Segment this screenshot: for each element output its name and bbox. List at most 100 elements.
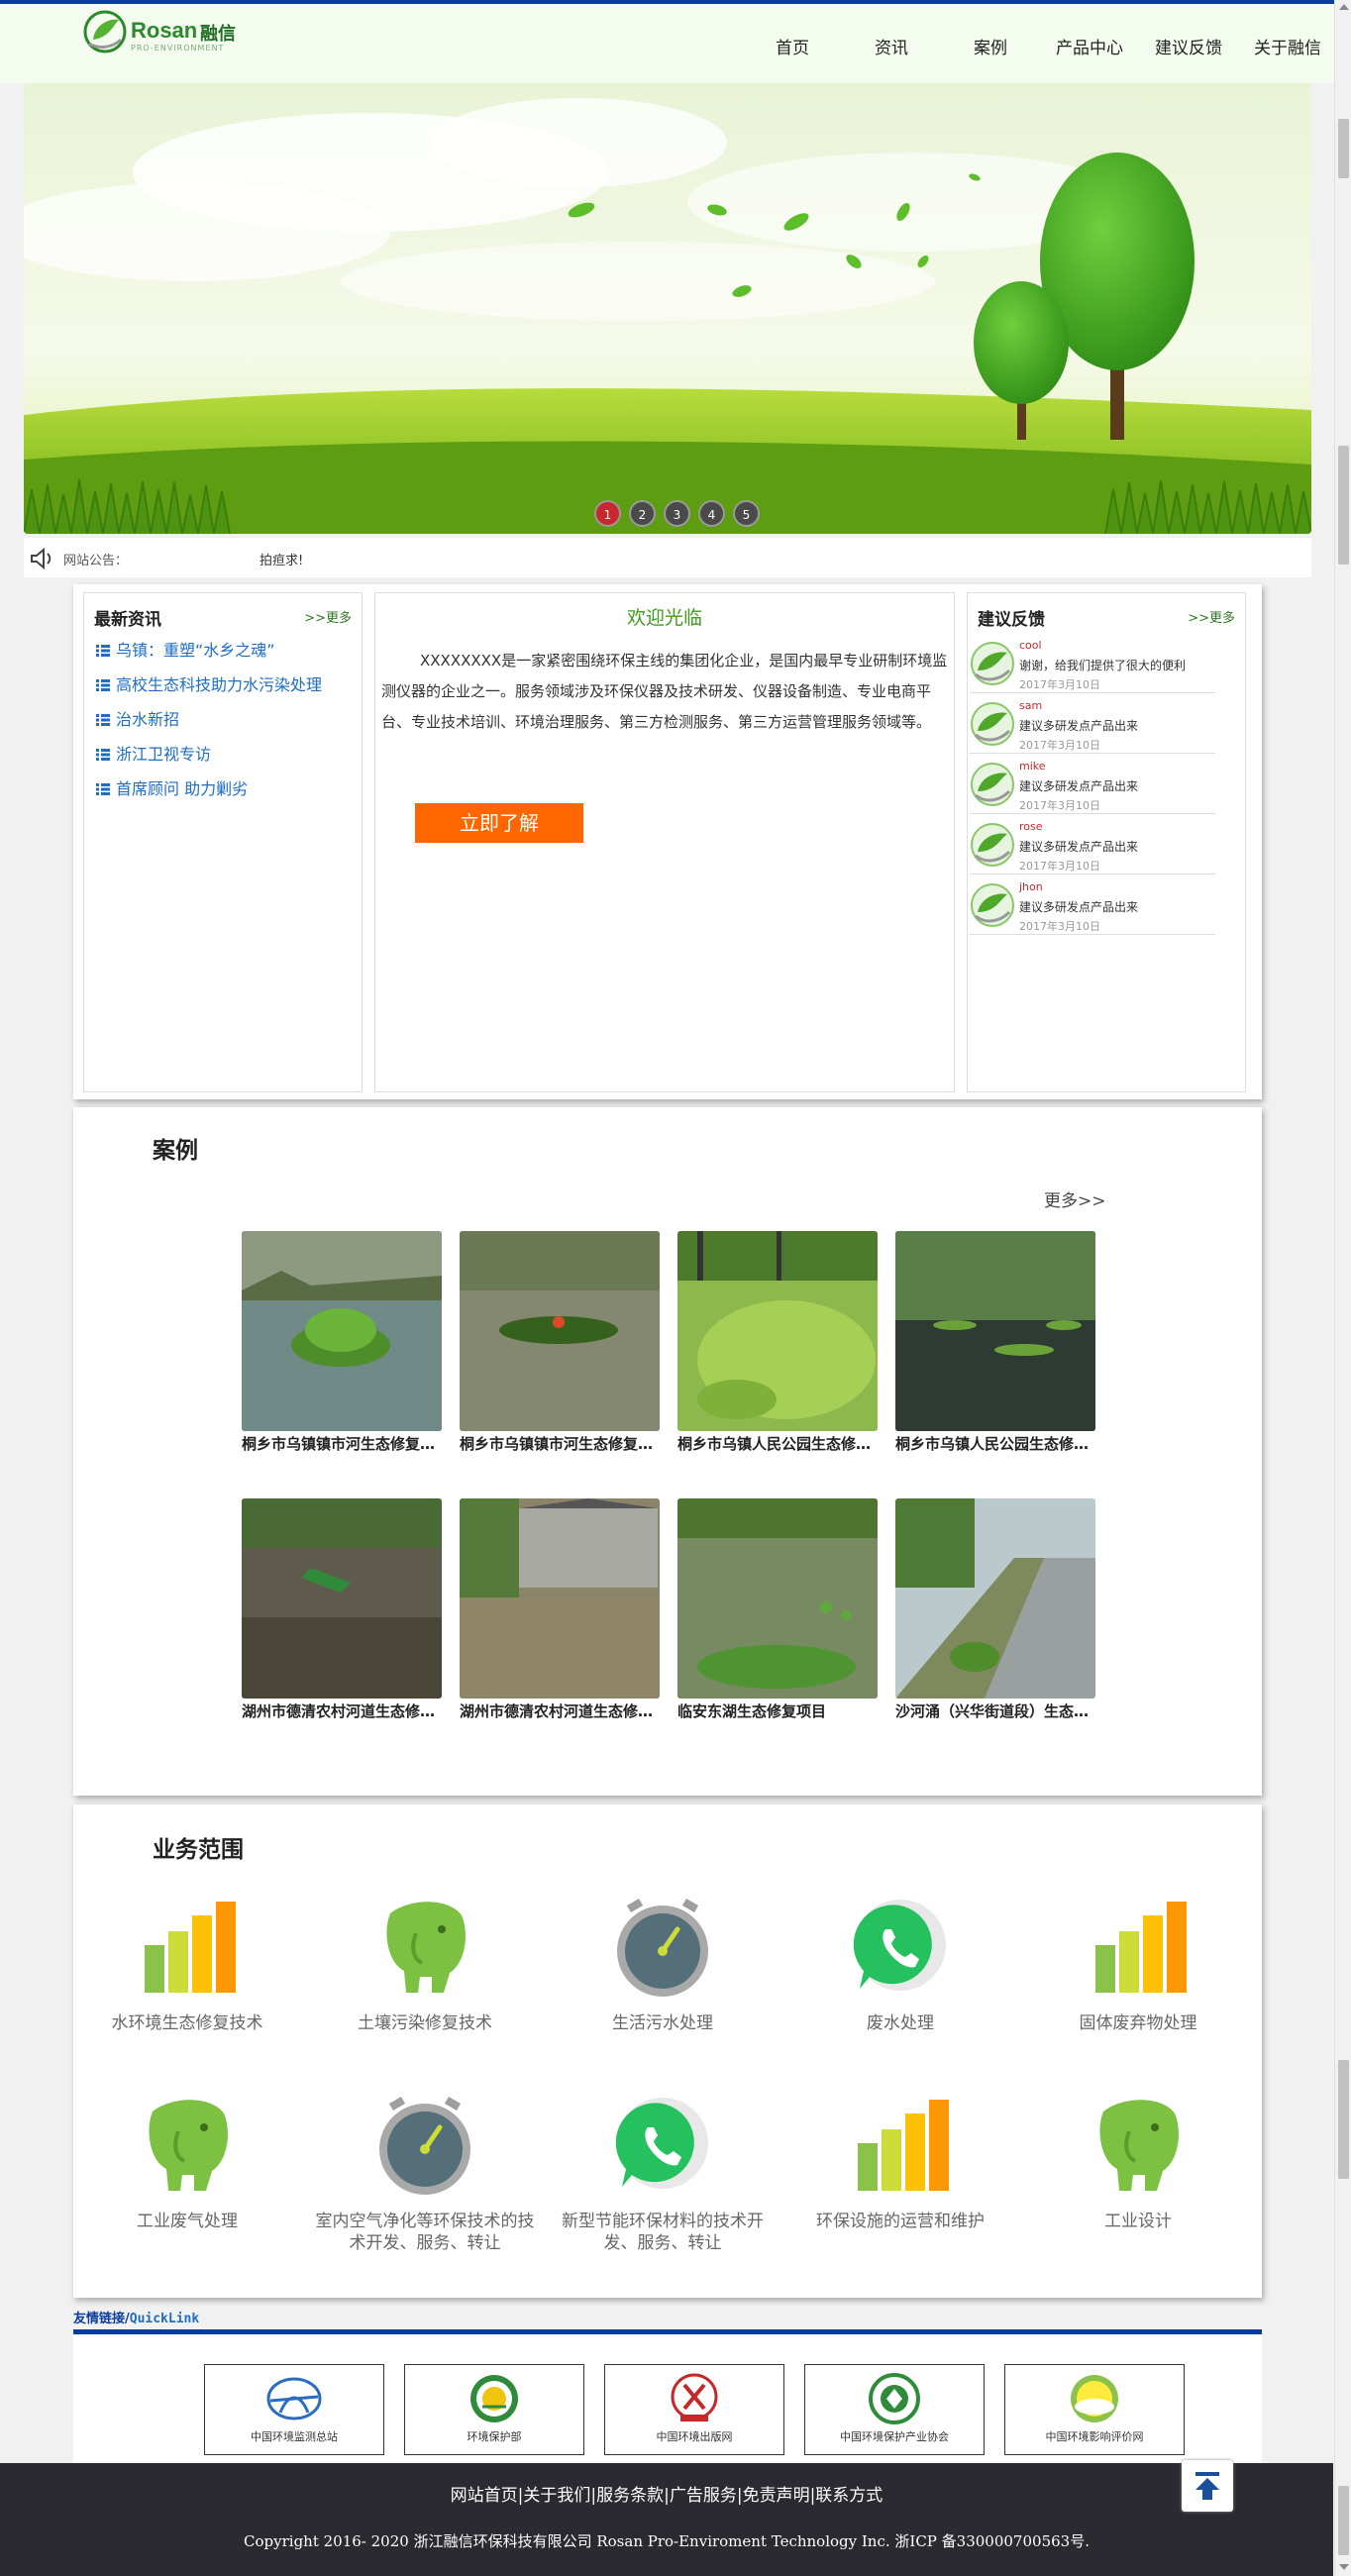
feedback-item[interactable]: rose 建议多研发点产品出来 2017年3月10日: [970, 814, 1215, 875]
list-icon: [96, 714, 110, 726]
service-item[interactable]: 废水处理: [786, 1894, 1014, 2034]
cnemc-logo-icon: [266, 2377, 322, 2421]
case-caption: 桐乡市乌镇镇市河生态修复项目: [242, 1435, 442, 1453]
nav-news[interactable]: 资讯: [842, 34, 941, 58]
scroll-up-arrow-icon[interactable]: [1339, 4, 1349, 10]
site-notice: 网站公告： 拍疸求!: [24, 538, 1311, 577]
friend-link-card[interactable]: 中国环境监测总站: [204, 2364, 384, 2455]
news-item[interactable]: 治水新招: [96, 702, 362, 737]
nav-cases[interactable]: 案例: [941, 34, 1040, 58]
service-item[interactable]: 土壤污染修复技术: [311, 1894, 539, 2034]
service-item[interactable]: 工业废气处理: [73, 2092, 301, 2232]
footer-links[interactable]: 网站首页|关于我们|服务条款|广告服务|免责声明|联系方式: [0, 2481, 1333, 2506]
service-item[interactable]: 新型节能环保材料的技术开发、服务、转让: [549, 2092, 777, 2254]
news-item-label: 乌镇：重塑“水乡之魂”: [116, 641, 275, 660]
news-title: 最新资讯: [94, 610, 161, 630]
case-photo: [460, 1498, 660, 1699]
service-item[interactable]: 固体废弃物处理: [1024, 1894, 1252, 2034]
avatar: [971, 642, 1014, 685]
scroll-down-arrow-icon[interactable]: [1339, 2564, 1349, 2570]
feedback-item[interactable]: sam 建议多研发点产品出来 2017年3月10日: [970, 693, 1215, 754]
back-to-top-button[interactable]: [1182, 2460, 1233, 2512]
feedback-message: 建议多研发点产品出来: [1019, 719, 1139, 733]
nav-products[interactable]: 产品中心: [1040, 34, 1139, 58]
case-card[interactable]: 沙河涌（兴华街道段）生态修复项目: [895, 1498, 1095, 1721]
case-photo: [895, 1498, 1095, 1699]
case-photo: [677, 1498, 878, 1699]
feedback-title: 建议反馈: [978, 610, 1045, 630]
case-caption: 桐乡市乌镇镇市河生态修复项目: [460, 1435, 660, 1453]
service-label: 工业设计: [1104, 2212, 1172, 2231]
nav-home[interactable]: 首页: [743, 34, 842, 58]
learn-more-button[interactable]: 立即了解: [415, 803, 583, 843]
case-card[interactable]: 桐乡市乌镇镇市河生态修复项目: [460, 1231, 660, 1454]
bar-chart-icon: [145, 1902, 236, 1993]
case-caption: 湖州市德清农村河道生态修复项目: [242, 1702, 442, 1720]
service-item[interactable]: 室内空气净化等环保技术的技术开发、服务、转让: [311, 2092, 539, 2254]
business-title: 业务范围: [153, 1836, 244, 1863]
friend-link-card[interactable]: 环境保护部: [404, 2364, 584, 2455]
service-item[interactable]: 工业设计: [1024, 2092, 1252, 2232]
scrollbar-thumb[interactable]: [1338, 446, 1349, 565]
service-item[interactable]: 环保设施的运营和维护: [786, 2092, 1014, 2232]
service-label: 废水处理: [867, 2013, 934, 2033]
news-item[interactable]: 首席顾问 助力剿劣: [96, 772, 362, 806]
scrollbar-thumb[interactable]: [1338, 2486, 1349, 2555]
feedback-name: sam: [1019, 699, 1043, 712]
news-item[interactable]: 高校生态科技助力水污染处理: [96, 668, 362, 702]
case-caption: 湖州市德清农村河道生态修复项目: [460, 1702, 660, 1720]
welcome-text: XXXXXXXX是一家紧密围绕环保主线的集团化企业，是国内最早专业研制环境监测仪…: [381, 652, 948, 731]
friend-link-card[interactable]: 中国环境保护产业协会: [804, 2364, 985, 2455]
notice-text: 拍疸求!: [260, 554, 304, 568]
case-card[interactable]: 湖州市德清农村河道生态修复项目: [242, 1498, 442, 1721]
service-item[interactable]: 水环境生态修复技术: [73, 1894, 301, 2034]
feedback-date: 2017年3月10日: [1019, 678, 1100, 691]
leaf-logo-icon: [83, 10, 127, 53]
site-logo[interactable]: Rosan 融信 PRO-ENVIRONMENT: [83, 10, 242, 59]
case-card[interactable]: 湖州市德清农村河道生态修复项目: [460, 1498, 660, 1721]
news-item-label: 治水新招: [116, 710, 180, 729]
feedback-item[interactable]: mike 建议多研发点产品出来 2017年3月10日: [970, 754, 1215, 814]
nav-about[interactable]: 关于融信: [1238, 34, 1337, 58]
list-icon: [96, 679, 110, 691]
elephant-icon: [149, 2100, 228, 2191]
cases-more-link[interactable]: 更多>>: [1044, 1186, 1106, 1211]
arrow-up-icon: [1195, 2472, 1219, 2500]
news-item[interactable]: 浙江卫视专访: [96, 737, 362, 772]
footer-copyright: Copyright 2016- 2020 浙江融信环保科技有限公司 Rosan …: [244, 2532, 1090, 2550]
case-card[interactable]: 桐乡市乌镇镇市河生态修复项目: [242, 1231, 442, 1454]
logo-tagline: PRO-ENVIRONMENT: [131, 44, 225, 52]
feedback-message: 建议多研发点产品出来: [1019, 779, 1139, 793]
avatar: [971, 763, 1014, 806]
case-card[interactable]: 桐乡市乌镇人民公园生态修复项目: [895, 1231, 1095, 1454]
list-icon: [96, 749, 110, 761]
banner-dot-3[interactable]: 3: [664, 500, 690, 527]
banner-dot-4[interactable]: 4: [698, 500, 725, 527]
case-card[interactable]: 桐乡市乌镇人民公园生态修复项目: [677, 1231, 878, 1454]
banner-dot-2[interactable]: 2: [629, 500, 656, 527]
feedback-name: mike: [1019, 760, 1046, 773]
feedback-item[interactable]: cool 谢谢，给我们提供了很大的便利 2017年3月10日: [970, 633, 1215, 693]
feedback-date: 2017年3月10日: [1019, 739, 1100, 752]
nav-feedback[interactable]: 建议反馈: [1139, 34, 1238, 58]
feedback-more-link[interactable]: >>更多: [1188, 607, 1235, 626]
feedback-item[interactable]: jhon 建议多研发点产品出来 2017年3月10日: [970, 875, 1215, 935]
speaker-icon: [31, 548, 52, 569]
news-more-link[interactable]: >>更多: [304, 607, 352, 626]
feedback-name: rose: [1019, 820, 1043, 833]
service-label: 生活污水处理: [612, 2013, 713, 2033]
friend-link-card[interactable]: 中国环境影响评价网: [1004, 2364, 1185, 2455]
service-item[interactable]: 生活污水处理: [549, 1894, 777, 2034]
list-icon: [96, 645, 110, 657]
banner-dot-1[interactable]: 1: [594, 500, 621, 527]
friend-link-card[interactable]: 中国环境出版网: [604, 2364, 784, 2455]
scrollbar-thumb[interactable]: [1338, 2060, 1349, 2179]
case-card[interactable]: 临安东湖生态修复项目: [677, 1498, 878, 1721]
page-scrollbar[interactable]: [1334, 0, 1351, 2576]
service-label: 室内空气净化等环保技术的技术开发、服务、转让: [315, 2212, 535, 2253]
news-item[interactable]: 乌镇：重塑“水乡之魂”: [96, 633, 362, 668]
feedback-date: 2017年3月10日: [1019, 920, 1100, 933]
scrollbar-thumb[interactable]: [1338, 119, 1349, 178]
banner-dot-5[interactable]: 5: [733, 500, 760, 527]
friend-link-label: 中国环境监测总站: [251, 2430, 338, 2443]
